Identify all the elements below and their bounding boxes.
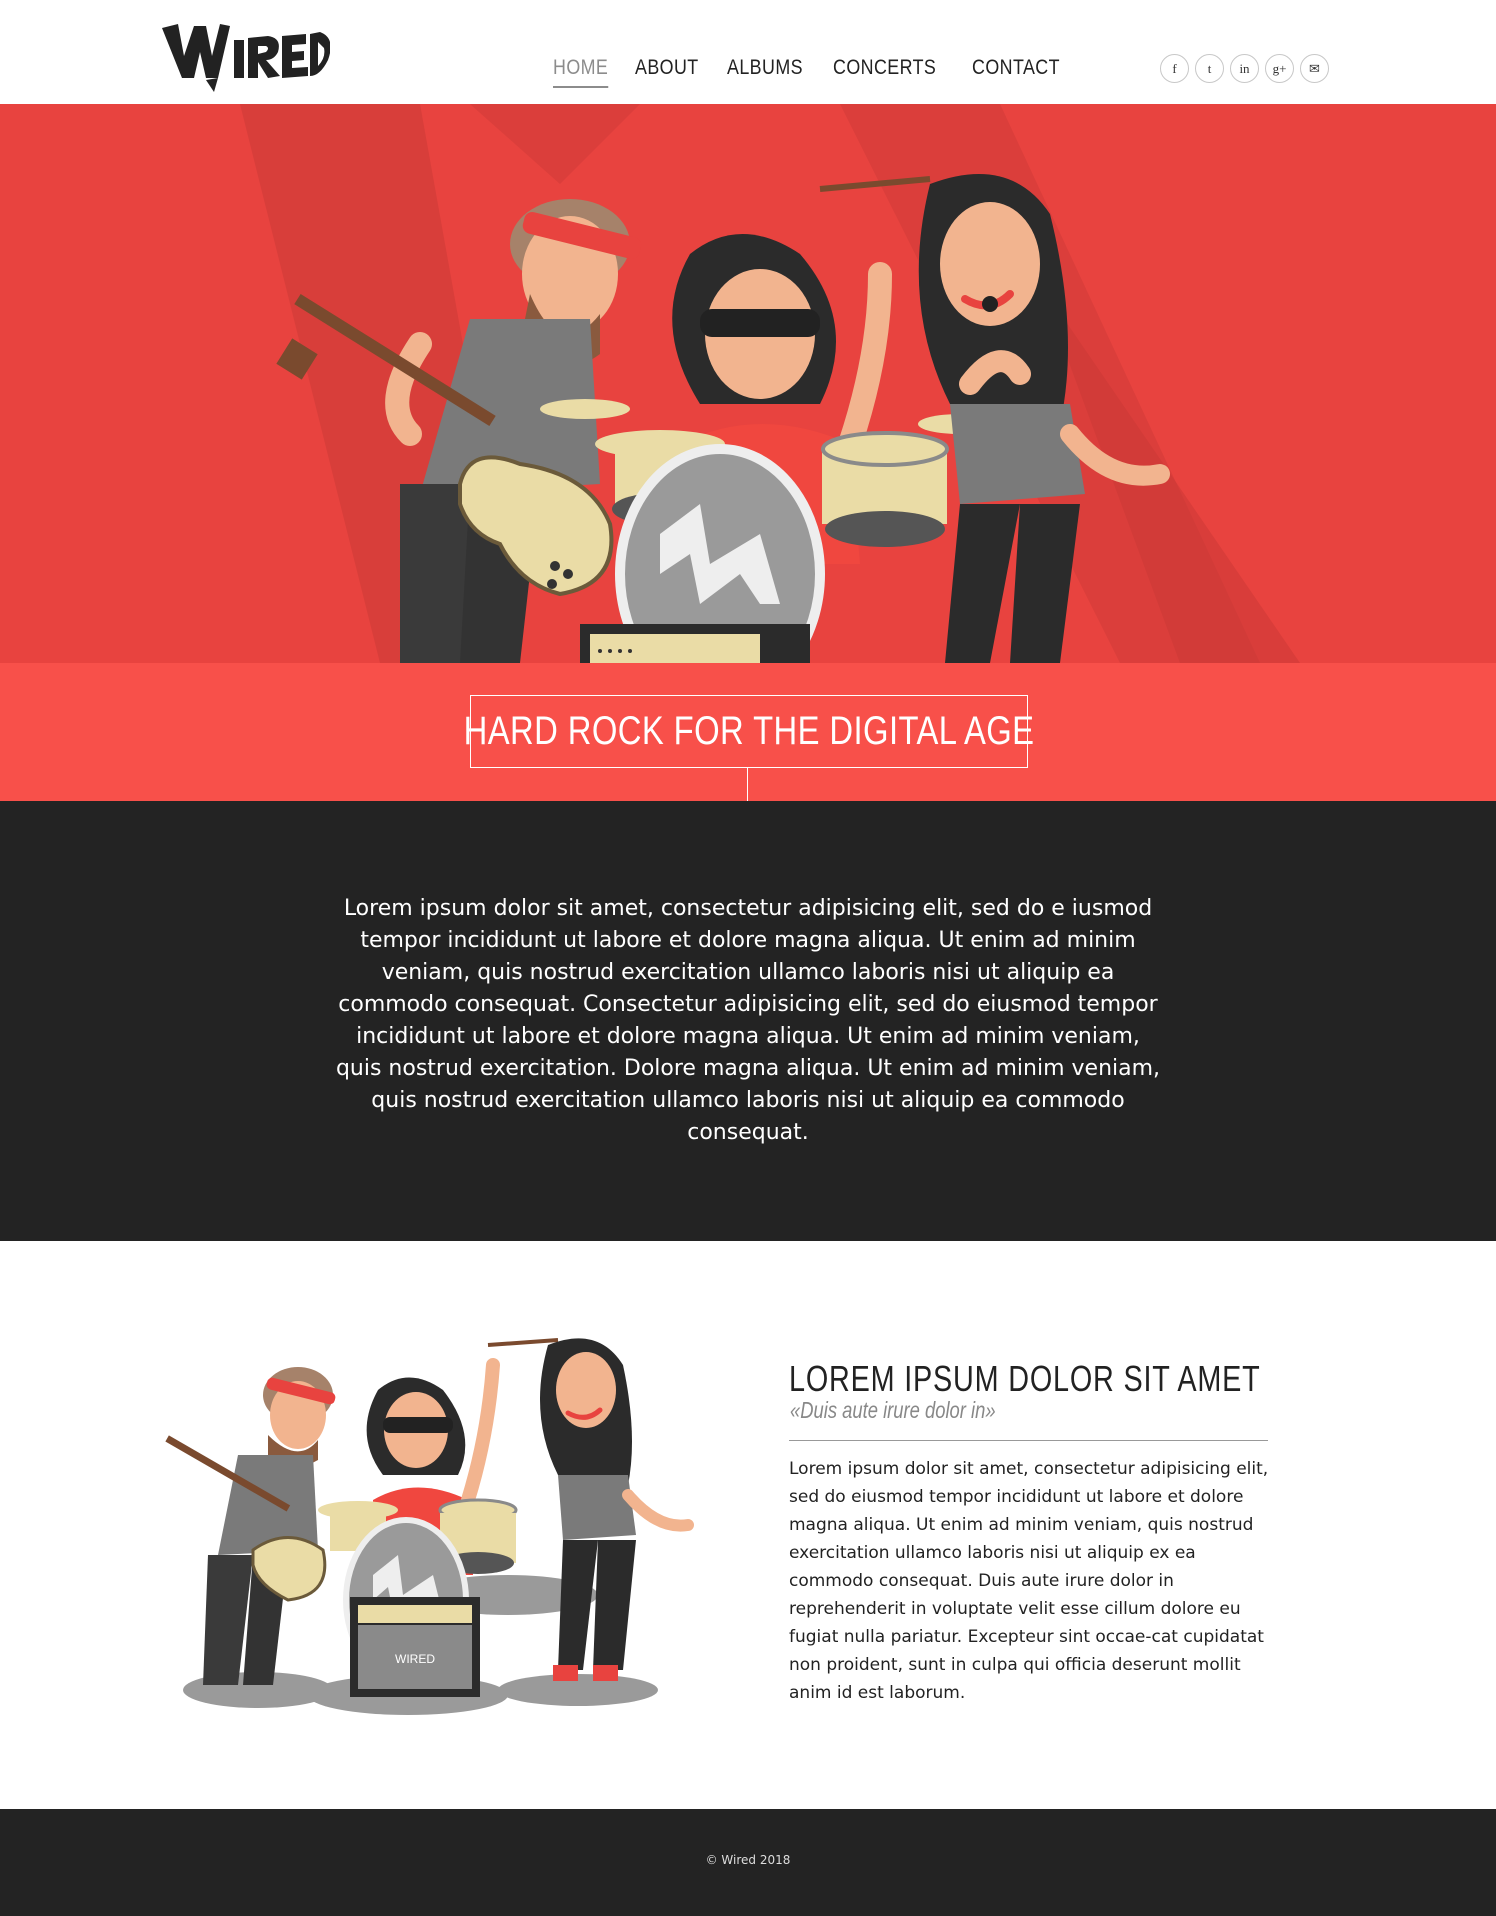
nav-about[interactable]: ABOUT	[635, 56, 699, 88]
nav-contact[interactable]: CONTACT	[972, 56, 1060, 88]
hero-tagline: HARD ROCK FOR THE DIGITAL AGE	[463, 709, 1035, 753]
google-plus-icon[interactable]: g+	[1265, 54, 1294, 83]
tagline-connector	[747, 768, 748, 801]
intro-text: Lorem ipsum dolor sit amet, consectetur …	[335, 896, 1161, 1145]
social-links: f t in g+ ✉	[1160, 54, 1329, 83]
linkedin-icon[interactable]: in	[1230, 54, 1259, 83]
mail-icon[interactable]: ✉	[1300, 54, 1329, 83]
facebook-icon[interactable]: f	[1160, 54, 1189, 83]
amp-logo: WIRED	[395, 1652, 435, 1666]
tagline-band: HARD ROCK FOR THE DIGITAL AGE	[0, 663, 1496, 801]
feature-section: WIRED LOREM IPSUM DOLOR SIT AMET «Duis a…	[0, 1241, 1496, 1809]
band-illustration	[240, 104, 1300, 663]
site-header: HOME ABOUT ALBUMS CONCERTS CONTACT f t i…	[0, 0, 1496, 104]
nav-home[interactable]: HOME	[553, 56, 609, 88]
main-nav: HOME ABOUT ALBUMS CONCERTS CONTACT	[553, 56, 1092, 88]
nav-concerts[interactable]: CONCERTS	[833, 56, 936, 88]
twitter-icon[interactable]: t	[1195, 54, 1224, 83]
footer-copyright: © Wired 2018	[705, 1853, 791, 1867]
tagline-box: HARD ROCK FOR THE DIGITAL AGE	[464, 695, 1034, 768]
feature-subtitle: «Duis aute irure dolor in»	[790, 1397, 996, 1423]
intro-section: Lorem ipsum dolor sit amet, consectetur …	[0, 801, 1496, 1241]
band-illustration-small: WIRED	[165, 1338, 694, 1715]
wired-logo[interactable]	[160, 18, 330, 92]
feature-divider	[789, 1440, 1268, 1441]
feature-body: Lorem ipsum dolor sit amet, consectetur …	[789, 1459, 1269, 1703]
hero-banner	[0, 104, 1496, 663]
nav-albums[interactable]: ALBUMS	[727, 56, 803, 88]
site-footer: © Wired 2018	[0, 1809, 1496, 1916]
feature-title: LOREM IPSUM DOLOR SIT AMET	[789, 1358, 1261, 1399]
